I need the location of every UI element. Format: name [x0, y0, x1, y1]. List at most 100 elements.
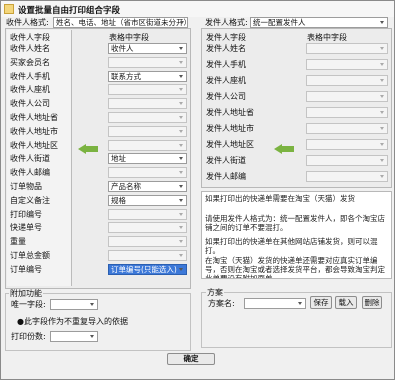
recipient-field-value: 联系方式	[111, 71, 141, 81]
recipient-field-value: 产品名称	[111, 182, 141, 191]
sender-field-label: 发件人手机	[206, 60, 246, 69]
title-bar: 设置批量自由打印组合字段	[1, 1, 394, 17]
delete-button[interactable]: 删除	[362, 296, 382, 309]
sender-field-label: 发件人公司	[206, 92, 246, 101]
recipient-field-select[interactable]	[108, 125, 187, 137]
sender-format-value: 统一配置发件人	[253, 18, 306, 27]
print-count-select[interactable]	[50, 331, 98, 342]
window-title: 设置批量自由打印组合字段	[18, 6, 121, 16]
save-button[interactable]: 保存	[310, 296, 332, 309]
recipient-field-select[interactable]: 订单编号(只能选入)	[108, 263, 187, 275]
recipient-field-select[interactable]	[108, 222, 187, 234]
recipient-field-label: 收件人姓名	[10, 44, 50, 53]
info-line-1: 如果打印出的快递单需要在淘宝（天猫）发货	[205, 194, 355, 203]
chevron-down-icon	[177, 44, 186, 53]
recipient-field-label: 收件人邮编	[10, 168, 50, 178]
chevron-down-icon	[378, 108, 387, 117]
chevron-down-icon	[177, 182, 186, 191]
sender-fields-header: 发件人字段	[206, 33, 246, 42]
chevron-down-icon	[378, 172, 387, 181]
recipient-table-header: 表格中字段	[109, 33, 149, 42]
chevron-down-icon	[177, 127, 186, 136]
recipient-field-value: 收件人	[111, 44, 134, 53]
recipient-format-label: 收件人格式:	[6, 18, 49, 27]
unique-field-select[interactable]	[50, 299, 98, 310]
recipient-field-select[interactable]	[108, 84, 187, 96]
recipient-field-label: 自定义备注	[10, 195, 50, 205]
chevron-down-icon	[378, 92, 387, 101]
sender-field-select[interactable]	[306, 155, 388, 166]
chevron-down-icon	[177, 58, 186, 67]
chevron-down-icon	[177, 168, 186, 177]
sender-field-select[interactable]	[306, 59, 388, 70]
recipient-field-label: 收件人座机	[10, 85, 50, 95]
print-count-label: 打印份数:	[11, 332, 46, 341]
sender-field-select[interactable]	[306, 107, 388, 118]
arrow-left-icon	[78, 144, 98, 154]
info-line-4: 在淘宝（天猫）发货的快递单还需要对应真实订单编号，否则在淘宝或者选择发货平台，都…	[205, 256, 385, 279]
recipient-field-label: 收件人街道	[10, 154, 50, 164]
recipient-field-value: 规格	[111, 195, 126, 205]
sender-field-label: 发件人地址市	[206, 124, 254, 133]
recipient-field-select[interactable]	[108, 56, 187, 68]
sender-field-select[interactable]	[306, 91, 388, 102]
recipient-field-select[interactable]: 规格	[108, 194, 187, 206]
recipient-field-select[interactable]: 产品名称	[108, 181, 187, 192]
recipient-field-select[interactable]: 收件人	[108, 43, 187, 54]
chevron-down-icon	[296, 299, 305, 308]
recipient-field-label: 快递单号	[10, 223, 42, 233]
scheme-name-label: 方案名:	[208, 299, 235, 308]
recipient-field-select[interactable]	[108, 139, 187, 151]
chevron-down-icon	[378, 18, 387, 27]
recipient-format-select[interactable]: 姓名、电话、地址（省市区街道未分开）	[53, 17, 188, 28]
recipient-field-select[interactable]	[108, 250, 187, 261]
sender-field-label: 发件人座机	[206, 76, 246, 85]
chevron-down-icon	[178, 18, 187, 27]
recipient-field-value: 地址	[111, 154, 126, 164]
recipient-field-label: 收件人地址市	[10, 126, 58, 136]
recipient-field-select[interactable]	[108, 167, 187, 179]
recipient-field-value: 订单编号(只能选入)	[111, 264, 177, 274]
scheme-name-select[interactable]	[244, 298, 306, 309]
chevron-down-icon	[378, 76, 387, 85]
chevron-down-icon	[177, 223, 186, 232]
chevron-down-icon	[177, 85, 186, 94]
chevron-down-icon	[378, 124, 387, 133]
chevron-down-icon	[177, 154, 186, 163]
chevron-down-icon	[177, 99, 186, 108]
sender-field-select[interactable]	[306, 139, 388, 150]
dialog-window: 设置批量自由打印组合字段 收件人格式: 姓名、电话、地址（省市区街道未分开） 发…	[0, 0, 395, 380]
sender-field-label: 发件人街道	[206, 156, 246, 165]
sender-field-select[interactable]	[306, 43, 388, 54]
recipient-field-select[interactable]	[108, 236, 187, 248]
sender-field-select[interactable]	[306, 123, 388, 134]
recipient-field-label: 买家会员名	[10, 57, 50, 67]
chevron-down-icon	[177, 210, 186, 219]
recipient-field-label: 收件人公司	[10, 99, 50, 109]
chevron-down-icon	[177, 113, 186, 122]
sender-format-select[interactable]: 统一配置发件人	[250, 17, 388, 28]
chevron-down-icon	[378, 60, 387, 69]
recipient-field-label: 订单物品	[10, 182, 42, 191]
recipient-field-label: 收件人地址省	[10, 113, 58, 122]
sender-field-label: 发件人邮编	[206, 172, 246, 181]
chevron-down-icon	[378, 44, 387, 53]
load-button[interactable]: 载入	[335, 296, 357, 309]
chevron-down-icon	[177, 237, 186, 246]
sender-format-label: 发件人格式:	[205, 18, 248, 27]
recipient-field-select[interactable]: 地址	[108, 153, 187, 165]
recipient-field-select[interactable]: 联系方式	[108, 70, 187, 82]
chevron-down-icon	[177, 72, 186, 81]
recipient-field-select[interactable]	[108, 98, 187, 110]
sender-field-label: 发件人地址区	[206, 140, 254, 149]
sender-field-select[interactable]	[306, 171, 388, 182]
recipient-field-select[interactable]	[108, 208, 187, 220]
ok-button[interactable]: 确定	[167, 353, 215, 365]
recipient-field-label: 订单编号	[10, 264, 42, 274]
sender-field-select[interactable]	[306, 75, 388, 86]
recipient-field-label: 订单总金额	[10, 251, 50, 260]
info-line-2: 请使用发件人格式为：统一配置发件人，即各个淘宝店铺之间的订单不要混打。	[205, 214, 385, 232]
chevron-down-icon	[177, 141, 186, 150]
recipient-field-select[interactable]	[108, 112, 187, 123]
recipient-field-label: 重量	[10, 237, 26, 247]
